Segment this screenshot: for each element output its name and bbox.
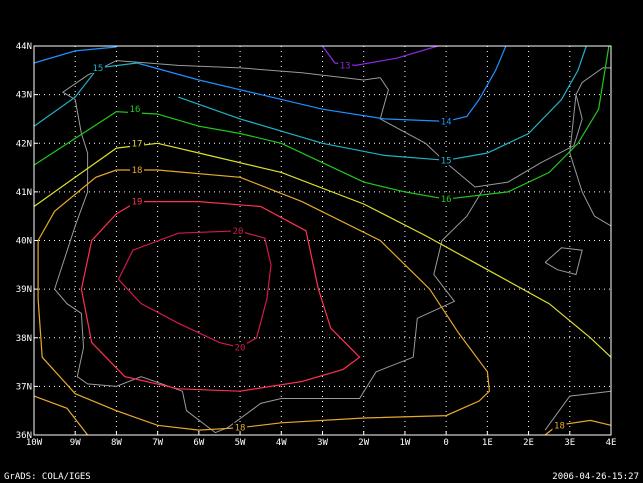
y-tick-label: 36N	[16, 431, 32, 441]
coastline-segment	[54, 99, 484, 434]
contour-line-16	[33, 45, 610, 200]
x-tick-label: 2E	[523, 438, 534, 448]
contour-label-20: 20	[233, 227, 244, 237]
x-tick-label: 4W	[276, 438, 287, 448]
contour-line-17	[33, 142, 612, 358]
contour-labels: 131415151616171818 18192020	[90, 60, 567, 434]
y-tick-label: 44N	[16, 42, 32, 52]
x-axis-ticks: 10W 9W 8W 7W 6W 5W 4W 3W 2W 1W 0 1E 2E 3E 4E	[26, 431, 617, 448]
contour-label-19: 19	[132, 198, 143, 208]
contour-label-13: 13	[340, 61, 351, 71]
x-tick-label: 5W	[235, 438, 246, 448]
x-tick-label: 9W	[70, 438, 81, 448]
x-tick-label: 3W	[317, 438, 328, 448]
y-tick-label: 39N	[16, 285, 32, 295]
y-tick-label: 42N	[16, 139, 32, 149]
x-tick-label: 8W	[111, 438, 122, 448]
x-tick-label: 6W	[193, 438, 204, 448]
contour-label-15: 15	[441, 156, 452, 166]
contour-label-15: 15	[92, 64, 103, 74]
y-tick-label: 43N	[16, 91, 32, 101]
y-axis-ticks: 36N 37N 38N 39N 40N 41N 42N 43N 44N	[16, 42, 38, 441]
contour-label-17: 17	[132, 139, 143, 149]
contour-label-16: 16	[130, 105, 141, 115]
contour-chart: 131415151616171818 18192020 10W 9W 8W 7W 6W 5W…	[16, 42, 617, 448]
x-tick-label: 2W	[358, 438, 369, 448]
coastline-segment	[379, 67, 611, 188]
contour-line-18	[37, 169, 491, 431]
x-tick-label: 1E	[482, 438, 493, 448]
contour-label-16: 16	[441, 195, 452, 205]
contour-label-14: 14	[441, 117, 452, 127]
gridlines	[34, 46, 611, 435]
y-tick-label: 40N	[16, 237, 32, 247]
x-tick-label: 4E	[606, 438, 617, 448]
x-tick-label: 3E	[564, 438, 575, 448]
contour-label-18: 18	[554, 421, 565, 431]
x-tick-label: 1W	[400, 438, 411, 448]
y-tick-label: 38N	[16, 334, 32, 344]
y-tick-label: 41N	[16, 188, 32, 198]
y-tick-label: 37N	[16, 382, 32, 392]
contour-line-19	[80, 201, 361, 392]
contour-label-18: 18	[132, 166, 143, 176]
coastline	[54, 60, 612, 434]
contour-line-18	[33, 395, 89, 436]
contour-label-20: 20	[235, 343, 246, 353]
coastline-segment	[569, 94, 612, 227]
x-tick-label: 0	[443, 438, 448, 448]
coastline-segment	[544, 247, 583, 276]
footer-timestamp: 2006-04-26-15:27	[552, 472, 639, 482]
contour-line-14	[136, 45, 507, 123]
contour-line-14	[33, 46, 117, 64]
footer-credit: GrADS: COLA/IGES	[4, 472, 91, 482]
x-tick-label: 7W	[152, 438, 163, 448]
